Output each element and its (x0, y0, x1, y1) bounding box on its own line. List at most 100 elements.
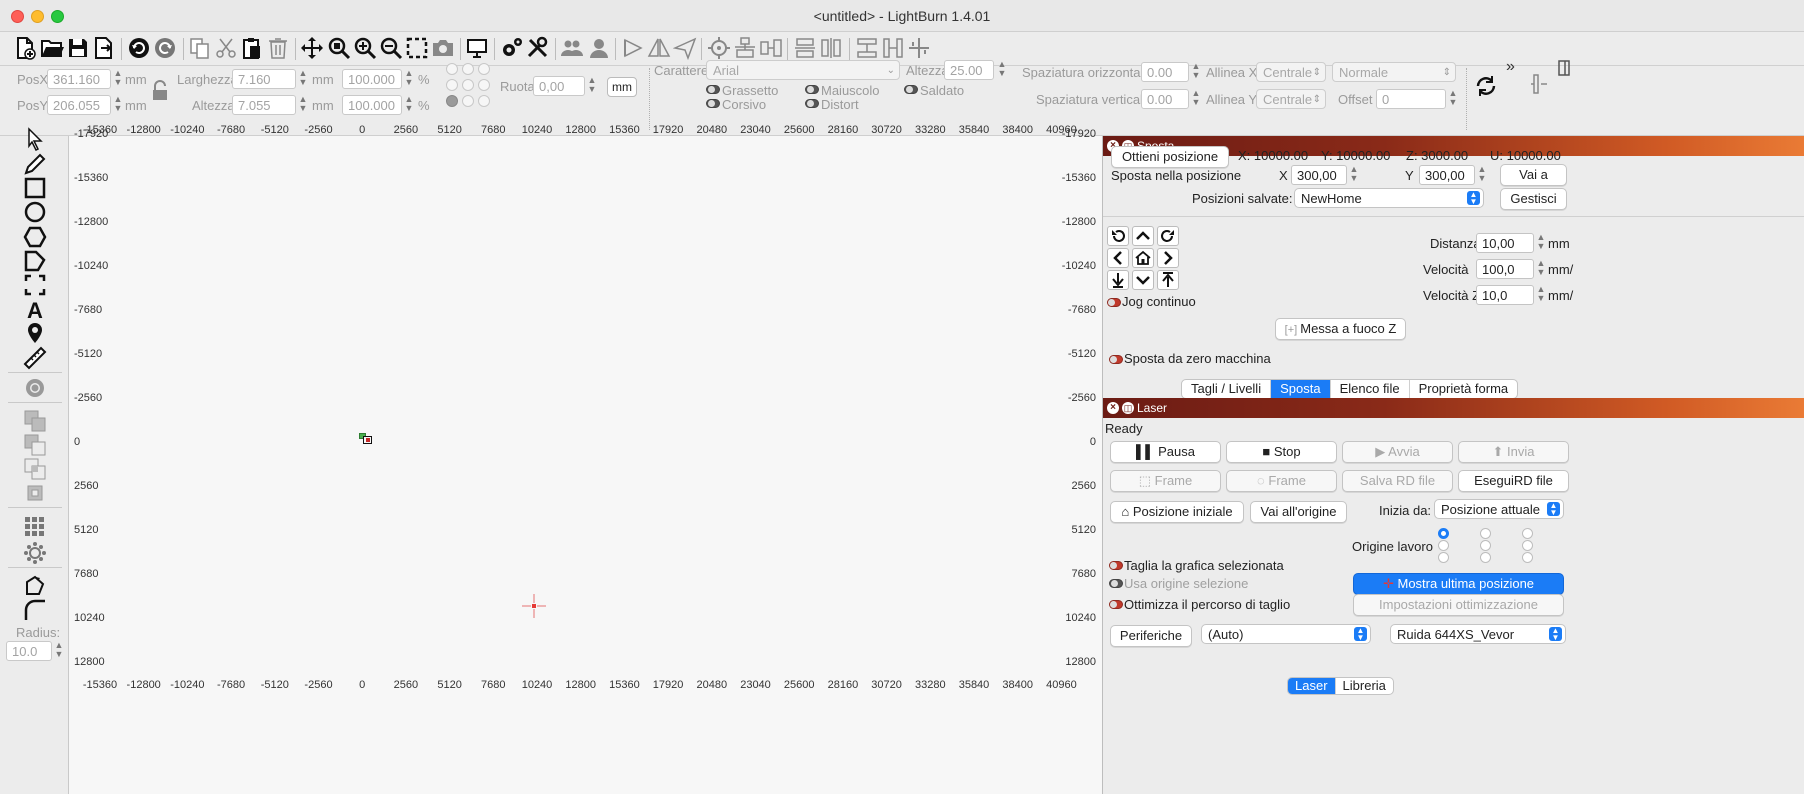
distribute2-icon[interactable] (818, 35, 844, 61)
bold-toggle[interactable] (706, 85, 720, 94)
device-select[interactable]: Ruida 644XS_Vevor ▲ ▼ (1390, 624, 1566, 644)
job-origin-radio[interactable] (1438, 540, 1449, 551)
distribute-icon[interactable] (792, 35, 818, 61)
jog-down-icon[interactable] (1132, 270, 1154, 290)
boolean-subtract-icon[interactable] (22, 433, 48, 457)
posy-spinner[interactable]: ▲ ▼ (112, 95, 124, 115)
text-icon[interactable]: A (22, 297, 48, 321)
move-icon[interactable] (299, 35, 325, 61)
tools-icon[interactable] (525, 35, 551, 61)
zoom-icon[interactable] (326, 35, 352, 61)
go-origin-button[interactable]: Vai all'origine (1250, 501, 1347, 523)
uppercase-toggle[interactable] (805, 85, 819, 94)
port-select[interactable]: (Auto) ▲ ▼ (1201, 624, 1371, 644)
radius-spinner[interactable]: ▲ ▼ (53, 641, 65, 661)
more-options-icon[interactable]: » (1506, 58, 1515, 76)
anchor-dot[interactable] (462, 95, 474, 107)
scale-x-input[interactable]: 100.000 (342, 69, 402, 89)
focus-z-button[interactable]: [+] Messa a fuoco Z (1275, 318, 1406, 340)
show-last-position-button[interactable]: ✛ Mostra ultima posizione (1353, 573, 1564, 595)
move-x-spinner[interactable]: ▲ ▼ (1348, 165, 1360, 185)
refresh-icon[interactable] (1474, 74, 1498, 98)
distribute4-icon[interactable] (880, 35, 906, 61)
cut-icon[interactable] (213, 35, 239, 61)
job-origin-radio[interactable] (1522, 552, 1533, 563)
z-down-icon[interactable] (1107, 270, 1129, 290)
anchor-dot[interactable] (446, 79, 458, 91)
anchor-dot[interactable] (478, 95, 490, 107)
rotate-ccw-icon[interactable] (1107, 226, 1129, 246)
position-rect-icon[interactable] (22, 273, 48, 297)
align-icon[interactable] (732, 35, 758, 61)
distribute3-icon[interactable] (854, 35, 880, 61)
boolean-union-icon[interactable] (22, 409, 48, 433)
sidebar-toggle-icon[interactable] (1557, 59, 1571, 79)
manage-positions-button[interactable]: Gestisci (1500, 188, 1567, 210)
scale-x-spinner[interactable]: ▲ ▼ (403, 69, 415, 89)
start-button[interactable]: ▶ Avvia (1342, 441, 1453, 463)
close-icon[interactable]: × (1107, 402, 1119, 414)
jog-up-icon[interactable] (1132, 226, 1154, 246)
job-origin-radio-selected[interactable] (1438, 528, 1449, 539)
z-speed-spinner[interactable]: ▲ ▼ (1535, 285, 1547, 305)
anchor-dot[interactable] (478, 79, 490, 91)
flip-icon[interactable] (646, 35, 672, 61)
posx-input[interactable]: 361.160 (47, 69, 111, 89)
mirror-icon[interactable] (620, 35, 646, 61)
tab-library[interactable]: Libreria (1336, 678, 1393, 694)
align2-icon[interactable] (758, 35, 784, 61)
move-x-input[interactable]: 300,00 (1291, 165, 1347, 185)
target-icon[interactable] (706, 35, 732, 61)
distance-input[interactable]: 10,00 (1476, 233, 1534, 253)
hspacing-input[interactable]: 0.00 (1141, 62, 1189, 82)
send-icon[interactable] (672, 35, 698, 61)
font-select[interactable]: Arial ⌄ (706, 60, 900, 80)
monitor-icon[interactable] (464, 35, 490, 61)
save-rd-button[interactable]: Salva RD file (1342, 470, 1453, 492)
use-selection-origin-toggle[interactable] (1109, 579, 1123, 588)
job-origin-radio[interactable] (1438, 552, 1449, 563)
scale-y-input[interactable]: 100.000 (342, 95, 402, 115)
job-origin-radio[interactable] (1522, 540, 1533, 551)
select-arrow-icon[interactable] (22, 127, 48, 151)
jog-continuous-toggle[interactable] (1107, 298, 1121, 307)
height-input[interactable]: 7.055 (232, 95, 296, 115)
rotate-cw-icon[interactable] (1157, 226, 1179, 246)
unit-toggle-button[interactable]: mm (607, 77, 637, 97)
font-height-spinner[interactable]: ▲ ▼ (996, 60, 1008, 80)
home-button[interactable]: ⌂ Posizione iniziale (1110, 501, 1244, 523)
jog-right-icon[interactable] (1157, 248, 1179, 268)
run-rd-button[interactable]: EseguiRD file (1458, 470, 1569, 492)
optimization-settings-button[interactable]: Impostazioni ottimizzazione (1353, 594, 1564, 616)
width-spinner[interactable]: ▲ ▼ (297, 69, 309, 89)
vspacing-input[interactable]: 0.00 (1141, 89, 1189, 109)
text-mode-select[interactable]: Normale ⇕ (1332, 62, 1456, 82)
distance-spinner[interactable]: ▲ ▼ (1535, 233, 1547, 253)
camera-icon[interactable] (430, 35, 456, 61)
job-origin-radio[interactable] (1480, 552, 1491, 563)
users-icon[interactable] (559, 35, 585, 61)
rotate-input[interactable]: 0,00 (533, 76, 585, 96)
vspacing-spinner[interactable]: ▲ ▼ (1190, 89, 1202, 109)
saved-positions-select[interactable]: NewHome ▲ ▼ (1294, 188, 1484, 208)
jog-home-icon[interactable] (1132, 248, 1154, 268)
copy-icon[interactable] (187, 35, 213, 61)
fillet-icon[interactable] (22, 598, 48, 622)
posy-input[interactable]: 206.055 (47, 95, 111, 115)
delete-icon[interactable] (265, 35, 291, 61)
pen-icon[interactable] (22, 152, 48, 176)
marker-pin-icon[interactable] (22, 321, 48, 345)
lock-icon[interactable] (151, 80, 169, 102)
z-speed-input[interactable]: 10,0 (1476, 285, 1534, 305)
settings-icon[interactable] (499, 35, 525, 61)
save-icon[interactable] (65, 35, 91, 61)
aligny-select[interactable]: Centrale ⇕ (1256, 89, 1326, 109)
node-edit-icon[interactable] (22, 574, 48, 598)
pause-button[interactable]: ▌▌ Pausa (1110, 441, 1221, 463)
start-from-select[interactable]: Posizione attuale ▲ ▼ (1434, 499, 1564, 519)
boolean-intersect-icon[interactable] (22, 457, 48, 481)
move-from-zero-toggle[interactable] (1109, 355, 1123, 364)
tab-move[interactable]: Sposta (1271, 380, 1331, 398)
speed-input[interactable]: 100,0 (1476, 259, 1534, 279)
hspacing-spinner[interactable]: ▲ ▼ (1190, 62, 1202, 82)
